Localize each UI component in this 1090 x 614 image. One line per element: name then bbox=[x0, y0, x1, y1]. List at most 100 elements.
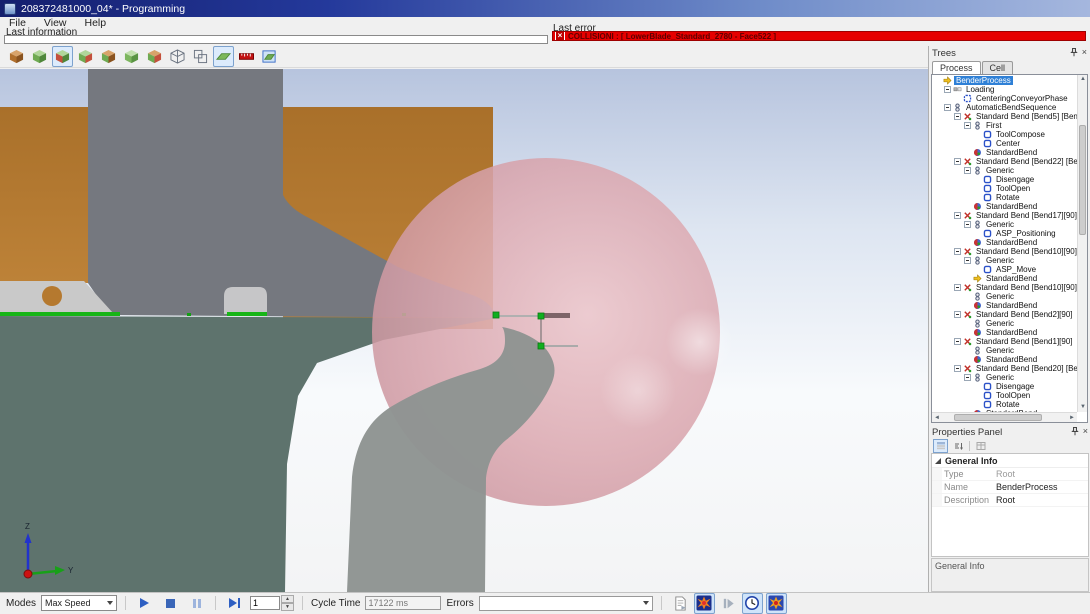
tree-item[interactable]: ToolOpen bbox=[932, 184, 1077, 193]
cycle-time-field[interactable] bbox=[365, 596, 441, 610]
tree-item[interactable]: StandardBend bbox=[932, 274, 1077, 283]
tab-cell[interactable]: Cell bbox=[982, 61, 1014, 74]
tree-horizontal-scrollbar[interactable]: ◄ ► bbox=[932, 412, 1077, 422]
tree-item[interactable]: Standard Bend [Bend2][90] bbox=[932, 310, 1077, 319]
tree-item[interactable]: Rotate bbox=[932, 193, 1077, 202]
tree-item[interactable]: StandardBend bbox=[932, 355, 1077, 364]
tree-item[interactable]: Standard Bend [Bend17][90] bbox=[932, 211, 1077, 220]
stop-button[interactable] bbox=[160, 593, 181, 614]
play-button[interactable] bbox=[134, 593, 155, 614]
tree-item[interactable]: Rotate bbox=[932, 400, 1077, 409]
tab-process[interactable]: Process bbox=[932, 61, 981, 74]
cube-wireframe-icon[interactable] bbox=[167, 46, 188, 67]
collapse-icon[interactable] bbox=[954, 284, 961, 291]
tree-item[interactable]: Generic bbox=[932, 166, 1077, 175]
collision-detection-icon[interactable] bbox=[694, 593, 715, 614]
sheet-frame-icon[interactable] bbox=[259, 46, 280, 67]
tree-item[interactable]: Standard Bend [Bend10][90] bbox=[932, 283, 1077, 292]
collapse-icon[interactable] bbox=[954, 158, 961, 165]
tree-item[interactable]: StandardBend bbox=[932, 148, 1077, 157]
cube-brown-icon[interactable] bbox=[6, 46, 27, 67]
title-bar[interactable]: 208372481000_04* - Programming bbox=[0, 0, 1090, 17]
tree-item[interactable]: StandardBend bbox=[932, 202, 1077, 211]
mode-select[interactable]: Max Speed bbox=[41, 595, 117, 611]
tree-item[interactable]: AutomaticBendSequence bbox=[932, 103, 1077, 112]
tree-item[interactable]: Disengage bbox=[932, 382, 1077, 391]
close-icon[interactable]: × bbox=[1083, 426, 1088, 436]
report-icon[interactable] bbox=[670, 593, 691, 614]
property-row[interactable]: TypeRoot bbox=[932, 468, 1088, 481]
collapse-icon[interactable] bbox=[964, 221, 971, 228]
step-button[interactable] bbox=[224, 593, 245, 614]
collapse-icon[interactable] bbox=[964, 122, 971, 129]
collapse-icon[interactable] bbox=[964, 167, 971, 174]
collapse-icon[interactable] bbox=[954, 365, 961, 372]
scroll-right-icon[interactable]: ► bbox=[1067, 414, 1077, 423]
tree-item[interactable]: Generic bbox=[932, 346, 1077, 355]
cube-green2-icon[interactable] bbox=[121, 46, 142, 67]
tree-item[interactable]: First bbox=[932, 121, 1077, 130]
stepper-down-icon[interactable]: ▼ bbox=[281, 603, 294, 611]
category-general-info[interactable]: General Info bbox=[932, 454, 1088, 468]
step-mode-icon[interactable] bbox=[718, 593, 739, 614]
step-count-input[interactable] bbox=[250, 596, 280, 610]
cube-red-left-icon[interactable] bbox=[75, 46, 96, 67]
tree-item[interactable]: BenderProcess bbox=[932, 76, 1077, 85]
tree-item[interactable]: Standard Bend [Bend20] [Bend21][270] bbox=[932, 364, 1077, 373]
collapse-icon[interactable] bbox=[944, 104, 951, 111]
collapse-icon[interactable] bbox=[964, 374, 971, 381]
tree-item[interactable]: Generic bbox=[932, 292, 1077, 301]
cycle-time-icon[interactable] bbox=[742, 593, 763, 614]
last-information-field[interactable] bbox=[4, 35, 548, 44]
tree-item[interactable]: Generic bbox=[932, 373, 1077, 382]
tree-item[interactable]: StandardBend bbox=[932, 301, 1077, 310]
property-row[interactable]: DescriptionRoot bbox=[932, 494, 1088, 507]
ruler-red-icon[interactable] bbox=[236, 46, 257, 67]
errors-select[interactable] bbox=[479, 596, 653, 611]
tree-item[interactable]: ASP_Positioning bbox=[932, 229, 1077, 238]
stepper-up-icon[interactable]: ▲ bbox=[281, 595, 294, 603]
tree-item[interactable]: StandardBend bbox=[932, 328, 1077, 337]
collapse-icon[interactable] bbox=[954, 338, 961, 345]
last-error-bar[interactable]: × COLLISIONI : [ LowerBlade_Standard_278… bbox=[552, 31, 1086, 41]
properties-panel-header[interactable]: Properties Panel × bbox=[929, 425, 1090, 439]
cube-green-icon[interactable] bbox=[29, 46, 50, 67]
collapse-icon[interactable] bbox=[964, 257, 971, 264]
collapse-icon[interactable] bbox=[954, 311, 961, 318]
cube-multicolor-icon[interactable] bbox=[144, 46, 165, 67]
tree-item[interactable]: Disengage bbox=[932, 175, 1077, 184]
close-icon[interactable]: × bbox=[1082, 47, 1087, 57]
tree-item[interactable]: Generic bbox=[932, 256, 1077, 265]
collapse-icon[interactable] bbox=[954, 248, 961, 255]
sheet-green-icon[interactable] bbox=[213, 46, 234, 67]
vscroll-thumb[interactable] bbox=[1079, 125, 1086, 235]
tree-item[interactable]: Center bbox=[932, 139, 1077, 148]
tree-vertical-scrollbar[interactable]: ▲ ▼ bbox=[1077, 75, 1087, 412]
tree-item[interactable]: Standard Bend [Bend1][90] bbox=[932, 337, 1077, 346]
tree-item[interactable]: ToolCompose bbox=[932, 130, 1077, 139]
tree-item[interactable]: StandardBend bbox=[932, 238, 1077, 247]
collapse-icon[interactable] bbox=[944, 86, 951, 93]
tree-item[interactable]: Standard Bend [Bend22] [Bend23][90] bbox=[932, 157, 1077, 166]
property-row[interactable]: NameBenderProcess bbox=[932, 481, 1088, 494]
trees-panel-header[interactable]: Trees × bbox=[929, 46, 1090, 60]
cube-brown-green-icon[interactable] bbox=[98, 46, 119, 67]
category-expander-icon[interactable] bbox=[935, 458, 941, 464]
collapse-icon[interactable] bbox=[954, 212, 961, 219]
pin-icon[interactable] bbox=[1071, 427, 1079, 436]
pause-button[interactable] bbox=[186, 593, 207, 614]
cube-wireframe-double-icon[interactable] bbox=[190, 46, 211, 67]
tree-item[interactable]: Generic bbox=[932, 220, 1077, 229]
scroll-down-icon[interactable]: ▼ bbox=[1078, 403, 1088, 412]
stop-on-collision-icon[interactable] bbox=[766, 593, 787, 614]
categorized-view-icon[interactable] bbox=[933, 439, 948, 453]
collapse-icon[interactable] bbox=[954, 113, 961, 120]
cube-green-red-icon[interactable] bbox=[52, 46, 73, 67]
tree-item[interactable]: Standard Bend [Bend5] [Bend6] [Bend7] bbox=[932, 112, 1077, 121]
scroll-left-icon[interactable]: ◄ bbox=[932, 414, 942, 423]
tree-item[interactable]: Standard Bend [Bend10][90] bbox=[932, 247, 1077, 256]
property-pages-icon[interactable] bbox=[973, 439, 988, 453]
3d-viewport[interactable]: Z Y bbox=[0, 69, 928, 592]
tree-item[interactable]: ASP_Move bbox=[932, 265, 1077, 274]
tree-item[interactable]: Generic bbox=[932, 319, 1077, 328]
